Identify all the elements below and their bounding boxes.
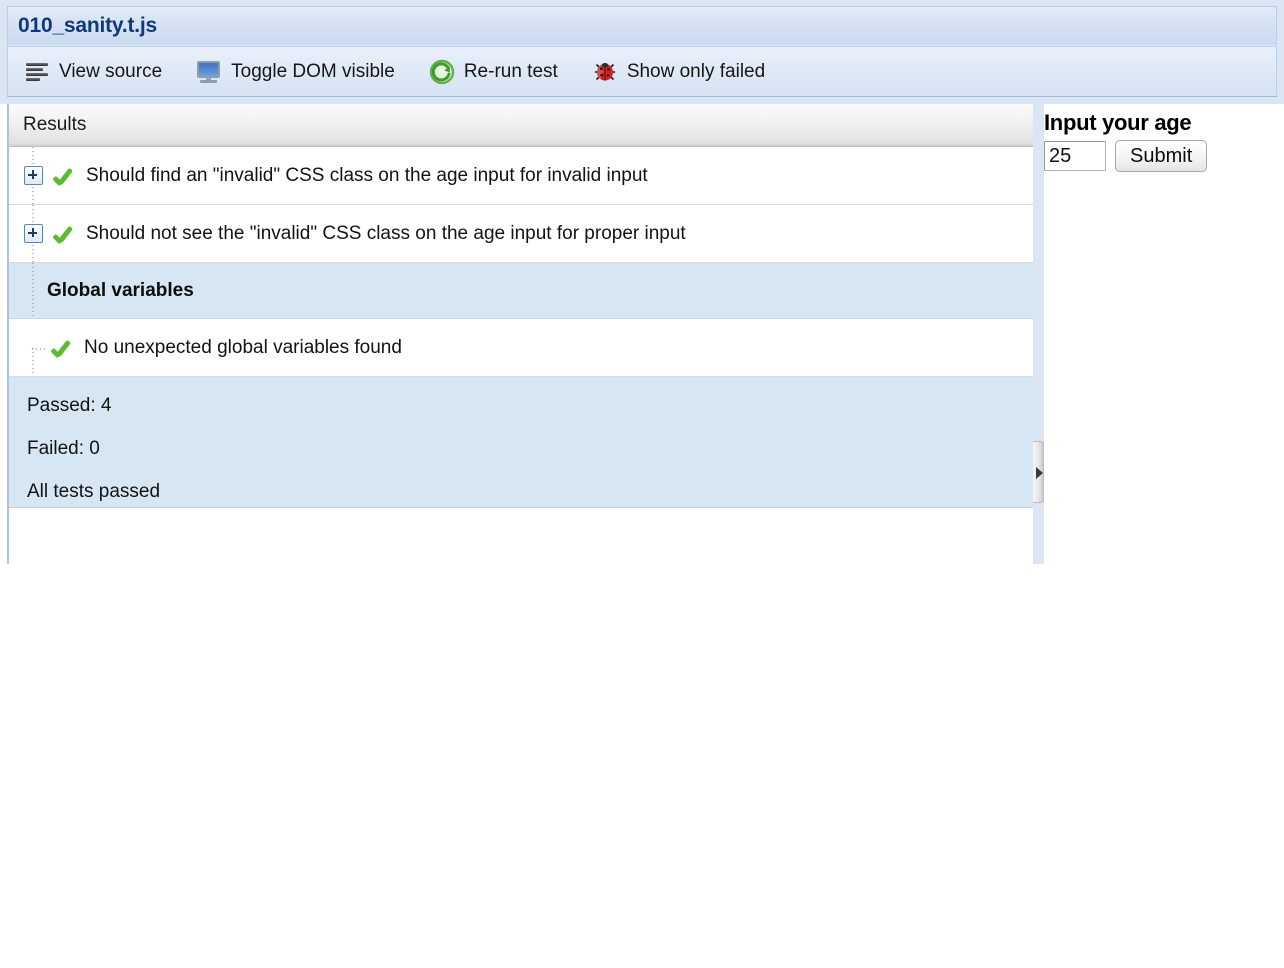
overall-verdict: All tests passed: [27, 481, 1033, 503]
re-run-test-button[interactable]: Re-run test: [429, 59, 558, 85]
table-row[interactable]: Should not see the "invalid" CSS class o…: [9, 205, 1033, 263]
results-header-label: Results: [9, 114, 86, 136]
view-source-label: View source: [59, 61, 162, 83]
results-pane: Results Should find an "invalid" CSS cla…: [7, 104, 1033, 564]
suite-label: Global variables: [47, 280, 194, 302]
table-row[interactable]: Should find an "invalid" CSS class on th…: [9, 147, 1033, 205]
triangle-right-icon: [1036, 467, 1043, 479]
sandbox-heading: Input your age: [1044, 104, 1284, 138]
pass-check-icon: [52, 165, 76, 187]
pass-check-icon: [50, 337, 74, 359]
title-bar: 010_sanity.t.js: [7, 6, 1277, 45]
re-run-test-label: Re-run test: [464, 61, 558, 83]
pass-check-icon: [52, 223, 76, 245]
toggle-dom-visible-label: Toggle DOM visible: [231, 61, 395, 83]
submit-button[interactable]: Submit: [1115, 140, 1207, 172]
show-only-failed-button[interactable]: Show only failed: [592, 59, 765, 85]
show-only-failed-label: Show only failed: [627, 61, 765, 83]
dom-sandbox-pane: Input your age Submit: [1044, 104, 1284, 564]
test-label: No unexpected global variables found: [84, 337, 402, 359]
tree-elbow: [32, 348, 46, 350]
test-label: Should not see the "invalid" CSS class o…: [86, 223, 686, 245]
results-empty-area: [9, 508, 1033, 968]
pane-splitter: [1033, 104, 1044, 564]
suite-row[interactable]: Global variables: [9, 263, 1033, 319]
summary-panel: Passed: 4 Failed: 0 All tests passed: [9, 377, 1033, 508]
toggle-dom-visible-button[interactable]: Toggle DOM visible: [196, 59, 395, 85]
refresh-icon: [429, 59, 455, 85]
bug-icon: [592, 59, 618, 85]
view-source-button[interactable]: View source: [24, 59, 162, 85]
test-runner-window: 010_sanity.t.js View source Toggle DOM v…: [0, 0, 1284, 564]
test-label: Should find an "invalid" CSS class on th…: [86, 165, 648, 187]
tree-guide: [32, 348, 34, 377]
splitter-handle[interactable]: [1033, 441, 1044, 503]
failed-count: Failed: 0: [27, 438, 1033, 460]
table-row[interactable]: No unexpected global variables found: [9, 319, 1033, 377]
expand-plus-icon[interactable]: [24, 166, 43, 185]
page-title: 010_sanity.t.js: [8, 14, 157, 38]
expand-plus-icon[interactable]: [24, 224, 43, 243]
monitor-icon: [196, 59, 222, 85]
passed-count: Passed: 4: [27, 395, 1033, 417]
tree-guide: [32, 263, 34, 318]
age-form: Submit: [1044, 140, 1284, 172]
list-lines-icon: [24, 59, 50, 85]
toolbar: View source Toggle DOM visible Re-run te…: [7, 46, 1277, 97]
results-header: Results: [9, 104, 1033, 147]
window-banner: 010_sanity.t.js View source Toggle DOM v…: [0, 0, 1284, 104]
age-input[interactable]: [1044, 141, 1106, 171]
